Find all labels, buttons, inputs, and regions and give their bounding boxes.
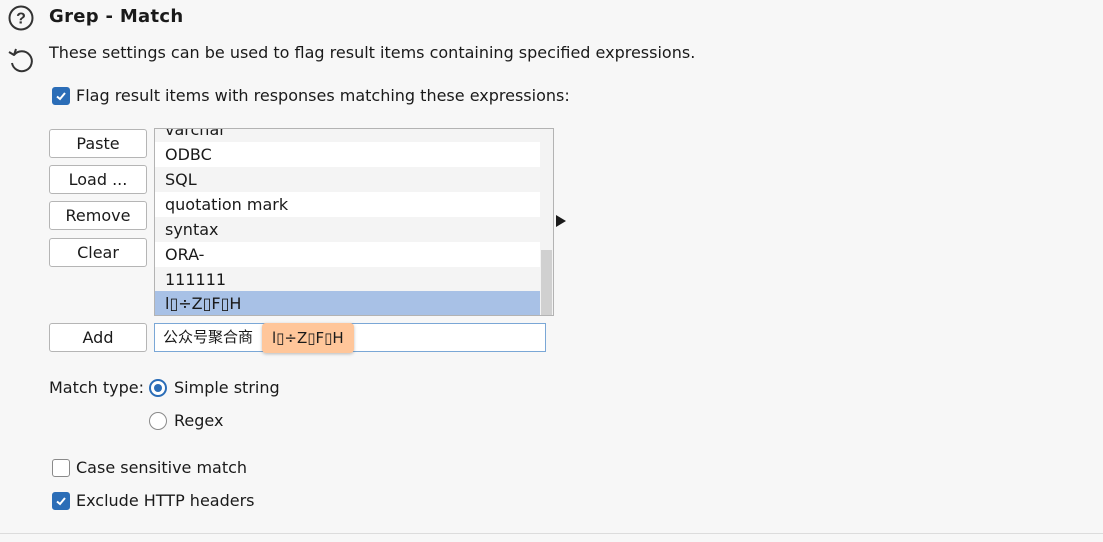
remove-button[interactable]: Remove (49, 201, 147, 230)
svg-text:?: ? (16, 11, 26, 28)
radio-selected-icon[interactable] (149, 378, 167, 397)
load-button[interactable]: Load ... (49, 165, 147, 194)
list-item[interactable]: SQL (155, 167, 540, 192)
exclude-headers-label: Exclude HTTP headers (76, 491, 255, 510)
match-type-label: Match type: (49, 378, 145, 397)
list-scrollbar[interactable] (540, 129, 553, 315)
expressions-list[interactable]: varchar ODBC SQL quotation mark syntax O… (154, 128, 554, 316)
case-sensitive-checkbox[interactable]: Case sensitive match (52, 458, 247, 477)
flag-results-label: Flag result items with responses matchin… (76, 86, 570, 105)
radio-regex-label: Regex (174, 411, 224, 430)
clear-button[interactable]: Clear (49, 238, 147, 267)
list-item-selected[interactable]: l▯÷Z▯F▯H (155, 291, 540, 315)
section-description: These settings can be used to flag resul… (49, 43, 696, 62)
radio-regex[interactable]: Regex (149, 411, 223, 430)
list-item[interactable]: ODBC (155, 142, 540, 167)
radio-unselected-icon[interactable] (149, 411, 167, 430)
exclude-headers-checkbox[interactable]: Exclude HTTP headers (52, 491, 255, 510)
checkmark-icon[interactable] (52, 491, 70, 510)
help-icon[interactable]: ? (8, 5, 34, 31)
checkbox-box[interactable] (52, 458, 70, 477)
list-item[interactable]: syntax (155, 217, 540, 242)
expand-arrow-icon[interactable] (556, 215, 566, 227)
add-button[interactable]: Add (49, 323, 147, 352)
list-item[interactable]: ORA- (155, 242, 540, 267)
list-item[interactable]: 111111 (155, 267, 540, 292)
checkmark-icon[interactable] (52, 86, 70, 105)
case-sensitive-label: Case sensitive match (76, 458, 248, 477)
radio-simple-label: Simple string (174, 378, 280, 397)
list-item[interactable]: quotation mark (155, 192, 540, 217)
autocomplete-tooltip: l▯÷Z▯F▯H (262, 323, 354, 353)
revert-icon[interactable] (6, 46, 36, 76)
paste-button[interactable]: Paste (49, 129, 147, 158)
flag-results-checkbox[interactable]: Flag result items with responses matchin… (52, 86, 570, 105)
radio-simple-string[interactable]: Simple string (149, 378, 280, 397)
section-title: Grep - Match (49, 6, 184, 27)
list-item[interactable]: varchar (155, 129, 540, 142)
divider (0, 533, 1103, 534)
scrollbar-thumb[interactable] (541, 250, 552, 315)
